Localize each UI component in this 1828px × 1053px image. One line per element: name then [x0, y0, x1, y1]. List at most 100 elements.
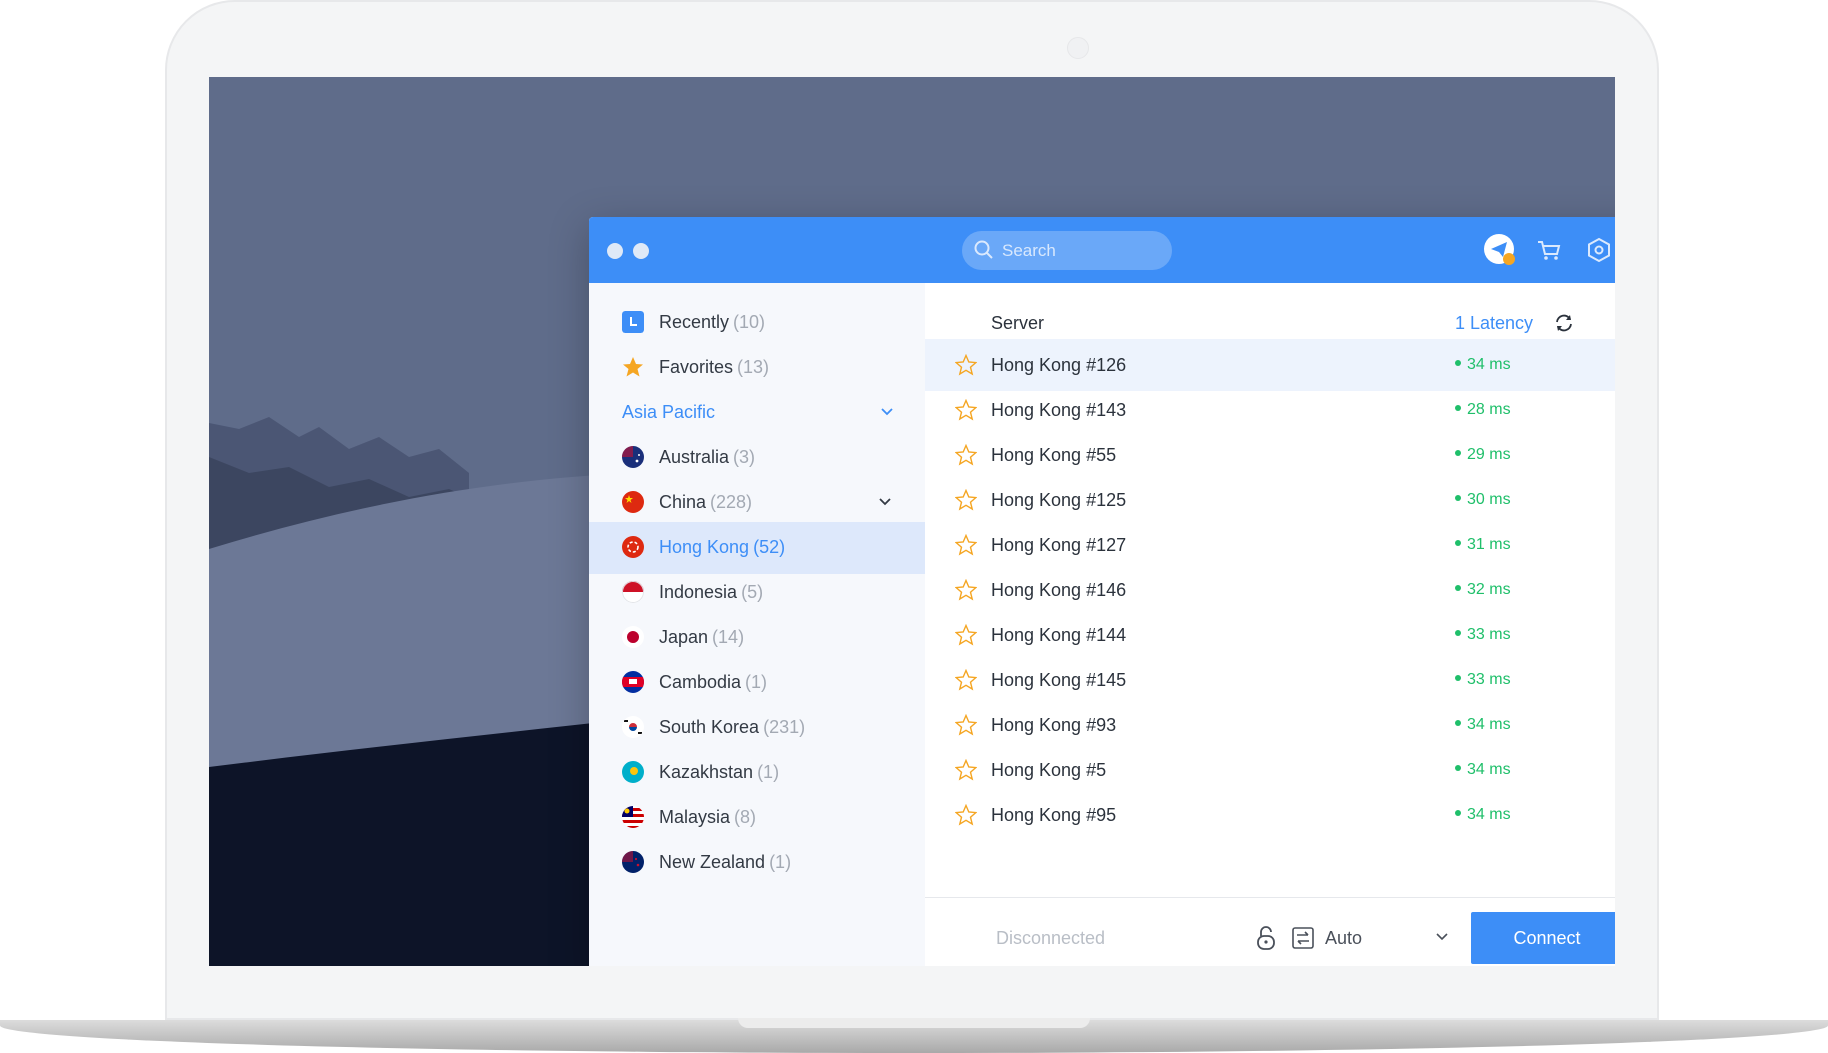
search-input[interactable]: Search: [962, 231, 1172, 270]
region-label: Asia Pacific: [622, 402, 716, 422]
sidebar-item-count: (231): [763, 717, 806, 737]
sidebar-item-count: (3): [733, 447, 756, 467]
server-latency: 33 ms: [1455, 671, 1511, 689]
sidebar-item-count: (8): [734, 807, 757, 827]
star-filled-icon: [623, 357, 643, 377]
sidebar-item-label: Cambodia: [659, 672, 742, 692]
title-bar: Search: [589, 217, 1615, 283]
vpn-app-window: Search Recently (10) Favorites (13) Asia…: [589, 217, 1615, 966]
camera: [1067, 37, 1089, 59]
sidebar-item-count: (10): [733, 312, 766, 332]
sidebar-item-label: Favorites: [659, 357, 734, 377]
sidebar: Recently (10) Favorites (13) Asia Pacific: [589, 283, 925, 966]
sidebar-item-count: (13): [737, 357, 770, 377]
server-latency: 34 ms: [1455, 761, 1511, 779]
favorite-star-icon[interactable]: [955, 354, 977, 376]
protocol-select[interactable]: Auto: [1325, 928, 1362, 949]
sidebar-item-new-zealand[interactable]: New Zealand (1): [589, 837, 925, 889]
server-latency: 34 ms: [1455, 716, 1511, 734]
cart-icon[interactable]: [1532, 233, 1566, 267]
server-name: Hong Kong #126: [991, 355, 1127, 375]
laptop-notch: [738, 1018, 1090, 1028]
japan-flag-icon: [622, 626, 644, 648]
chevron-down-icon[interactable]: [1435, 930, 1449, 944]
server-list-panel: Server 1 Latency Hong Kong #126 34 ms Hong…: [925, 283, 1615, 966]
window-minimize-dot[interactable]: [633, 243, 649, 259]
connection-footer: Disconnected Auto Connect: [925, 897, 1615, 966]
server-name: Hong Kong #144: [991, 625, 1127, 645]
server-latency: 33 ms: [1455, 626, 1511, 644]
paper-plane-icon[interactable]: [1483, 233, 1517, 267]
favorite-star-icon[interactable]: [955, 444, 977, 466]
search-icon: [974, 240, 993, 259]
settings-hex-icon[interactable]: [1582, 233, 1615, 267]
sidebar-item-label: Japan: [659, 627, 709, 647]
server-latency: 29 ms: [1455, 446, 1511, 464]
server-name: Hong Kong #143: [991, 400, 1127, 420]
server-name: Hong Kong #5: [991, 760, 1107, 780]
sidebar-item-label: China: [659, 492, 707, 512]
favorite-star-icon[interactable]: [955, 579, 977, 601]
sidebar-item-count: (1): [745, 672, 768, 692]
cambodia-flag-icon: [622, 671, 644, 693]
protocol-switch-icon: [1292, 927, 1314, 949]
sidebar-item-count: (5): [741, 582, 764, 602]
clock-icon: [622, 311, 644, 333]
australia-flag-icon: [622, 446, 644, 468]
chevron-down-icon[interactable]: [878, 495, 892, 509]
lock-icon[interactable]: [1255, 925, 1277, 951]
sidebar-item-count: (52): [753, 537, 786, 557]
server-latency: 30 ms: [1455, 491, 1511, 509]
screen: Search Recently (10) Favorites (13) Asia…: [209, 77, 1615, 966]
server-column-header[interactable]: Server: [991, 313, 1044, 334]
sidebar-item-label: South Korea: [659, 717, 760, 737]
server-name: Hong Kong #127: [991, 535, 1127, 555]
favorite-star-icon[interactable]: [955, 804, 977, 826]
sidebar-item-label: New Zealand: [659, 852, 766, 872]
hong-kong-flag-icon: [622, 536, 644, 558]
server-name: Hong Kong #146: [991, 580, 1127, 600]
search-placeholder: Search: [1002, 241, 1056, 260]
sidebar-item-count: (228): [710, 492, 753, 512]
sidebar-item-label: Kazakhstan: [659, 762, 754, 782]
sidebar-item-label: Australia: [659, 447, 730, 467]
south-korea-flag-icon: [622, 716, 644, 738]
server-name: Hong Kong #95: [991, 805, 1117, 825]
favorite-star-icon[interactable]: [955, 534, 977, 556]
favorite-star-icon[interactable]: [955, 399, 977, 421]
server-name: Hong Kong #55: [991, 445, 1117, 465]
server-name: Hong Kong #145: [991, 670, 1127, 690]
favorite-star-icon[interactable]: [955, 714, 977, 736]
server-name: Hong Kong #93: [991, 715, 1117, 735]
server-name: Hong Kong #125: [991, 490, 1127, 510]
kazakhstan-flag-icon: [622, 761, 644, 783]
connect-button[interactable]: Connect: [1471, 912, 1615, 964]
favorite-star-icon[interactable]: [955, 624, 977, 646]
server-latency: 34 ms: [1455, 806, 1511, 824]
sidebar-item-label: Hong Kong: [659, 537, 750, 557]
server-latency: 34 ms: [1455, 356, 1511, 374]
connection-status: Disconnected: [996, 928, 1106, 948]
server-row[interactable]: Hong Kong #95 34 ms: [925, 789, 1615, 841]
chevron-down-icon[interactable]: [880, 405, 894, 419]
sidebar-item-count: (1): [757, 762, 780, 782]
latency-sort-header[interactable]: 1 Latency: [1455, 313, 1533, 334]
sidebar-item-count: (14): [712, 627, 745, 647]
malaysia-flag-icon: [622, 806, 644, 828]
sidebar-item-count: (1): [769, 852, 792, 872]
favorite-star-icon[interactable]: [955, 759, 977, 781]
new-zealand-flag-icon: [622, 851, 644, 873]
server-latency: 32 ms: [1455, 581, 1511, 599]
window-close-dot[interactable]: [607, 243, 623, 259]
server-latency: 28 ms: [1455, 401, 1511, 419]
server-latency: 31 ms: [1455, 536, 1511, 554]
server-list-header: Server 1 Latency: [925, 283, 1615, 343]
sidebar-item-label: Malaysia: [659, 807, 731, 827]
sidebar-item-label: Indonesia: [659, 582, 738, 602]
indonesia-flag-icon: [622, 581, 644, 603]
favorite-star-icon[interactable]: [955, 489, 977, 511]
china-flag-icon: [622, 491, 644, 513]
favorite-star-icon[interactable]: [955, 669, 977, 691]
refresh-icon[interactable]: [1553, 312, 1575, 334]
sidebar-item-label: Recently: [659, 312, 730, 332]
